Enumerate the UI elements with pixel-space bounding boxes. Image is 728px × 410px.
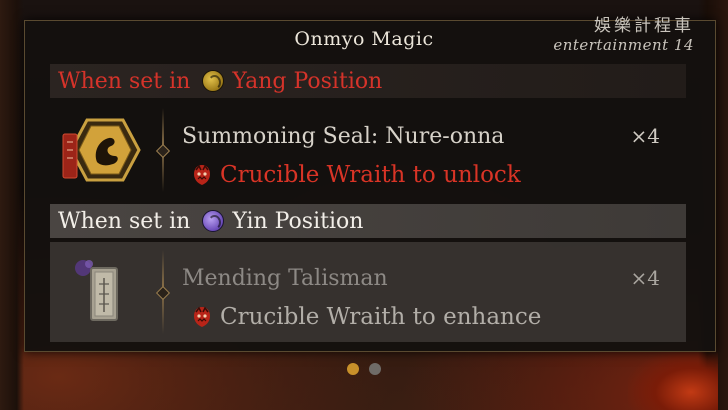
page-dot-2[interactable] bbox=[369, 363, 381, 375]
yang-requirement-text: Crucible Wraith to unlock bbox=[220, 162, 521, 188]
yin-item-requirement: Crucible Wraith to enhance bbox=[192, 304, 541, 330]
pagination-dots bbox=[0, 363, 728, 375]
yang-icon bbox=[202, 70, 225, 92]
yin-item-row[interactable]: Mending Talisman ×4 Crucible Wraith to e… bbox=[50, 242, 686, 342]
crucible-wraith-icon bbox=[192, 164, 212, 186]
yang-item-name: Summoning Seal: Nure-onna bbox=[182, 124, 505, 149]
yin-requirement-text: Crucible Wraith to enhance bbox=[220, 304, 542, 330]
yin-header-position: Yin Position bbox=[232, 208, 364, 234]
page-dot-1[interactable] bbox=[347, 363, 359, 375]
row-divider-diamond bbox=[155, 285, 171, 301]
row-divider-diamond bbox=[155, 143, 171, 159]
summoning-seal-icon bbox=[58, 112, 152, 188]
yin-header-prefix: When set in bbox=[58, 208, 191, 234]
background-rock-left bbox=[0, 0, 24, 410]
yang-item-count: ×4 bbox=[630, 124, 660, 148]
yang-position-header: When set in Yang Position bbox=[50, 64, 686, 98]
watermark: 娛樂計程車 entertainment 14 bbox=[553, 16, 694, 54]
mending-talisman-icon bbox=[58, 254, 152, 330]
background-ember bbox=[628, 350, 718, 410]
yang-header-prefix: When set in bbox=[58, 68, 191, 94]
watermark-english: entertainment 14 bbox=[553, 36, 694, 54]
yang-item-requirement: Crucible Wraith to unlock bbox=[192, 162, 521, 188]
yin-item-count: ×4 bbox=[630, 266, 660, 290]
crucible-wraith-icon bbox=[192, 306, 212, 328]
watermark-chinese: 娛樂計程車 bbox=[594, 16, 694, 36]
yin-position-header: When set in Yin Position bbox=[50, 204, 686, 238]
yin-icon bbox=[202, 210, 225, 232]
yin-item-name: Mending Talisman bbox=[182, 266, 388, 291]
yang-item-row[interactable]: Summoning Seal: Nure-onna ×4 Crucible Wr… bbox=[50, 100, 686, 200]
yang-header-position: Yang Position bbox=[232, 68, 383, 94]
